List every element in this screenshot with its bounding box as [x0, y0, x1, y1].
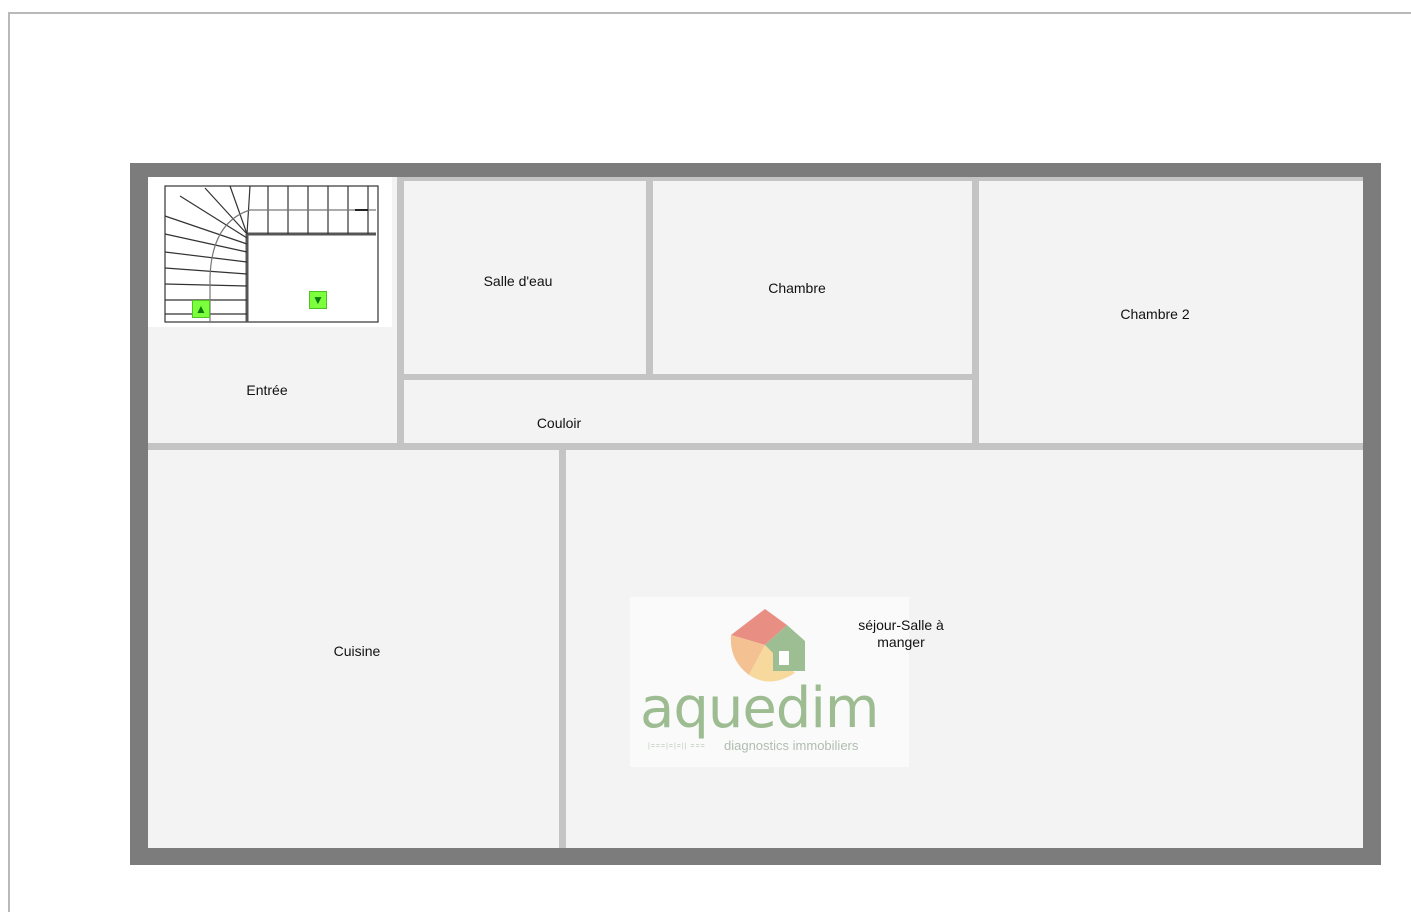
logo-tagline: diagnostics immobiliers	[724, 738, 859, 753]
arrow-down-icon: ▼	[309, 291, 327, 309]
label-couloir: Couloir	[536, 415, 582, 431]
wall-top-bottom	[148, 443, 1363, 450]
arrow-up-icon: ▲	[192, 300, 210, 318]
wall-rooms-couloir	[404, 374, 972, 380]
label-salle-eau: Salle d'eau	[483, 273, 553, 289]
wall-chambre-chambre2	[972, 181, 979, 443]
wall-top-inner	[404, 177, 1363, 181]
label-chambre-2: Chambre 2	[1120, 306, 1190, 322]
wall-entree-salle-eau	[397, 177, 404, 443]
label-chambre: Chambre	[768, 280, 826, 296]
wall-salle-eau-chambre	[646, 181, 653, 374]
label-sejour: séjour-Salle à manger	[858, 617, 944, 650]
label-cuisine: Cuisine	[333, 643, 381, 659]
label-entree: Entrée	[246, 382, 288, 398]
room-chambre	[653, 181, 972, 374]
logo-brand-text: aquedim	[640, 676, 879, 741]
room-couloir	[404, 380, 972, 443]
logo-decoration: |===|=|=|| ===	[648, 743, 706, 750]
wall-cuisine-sejour	[559, 450, 566, 848]
